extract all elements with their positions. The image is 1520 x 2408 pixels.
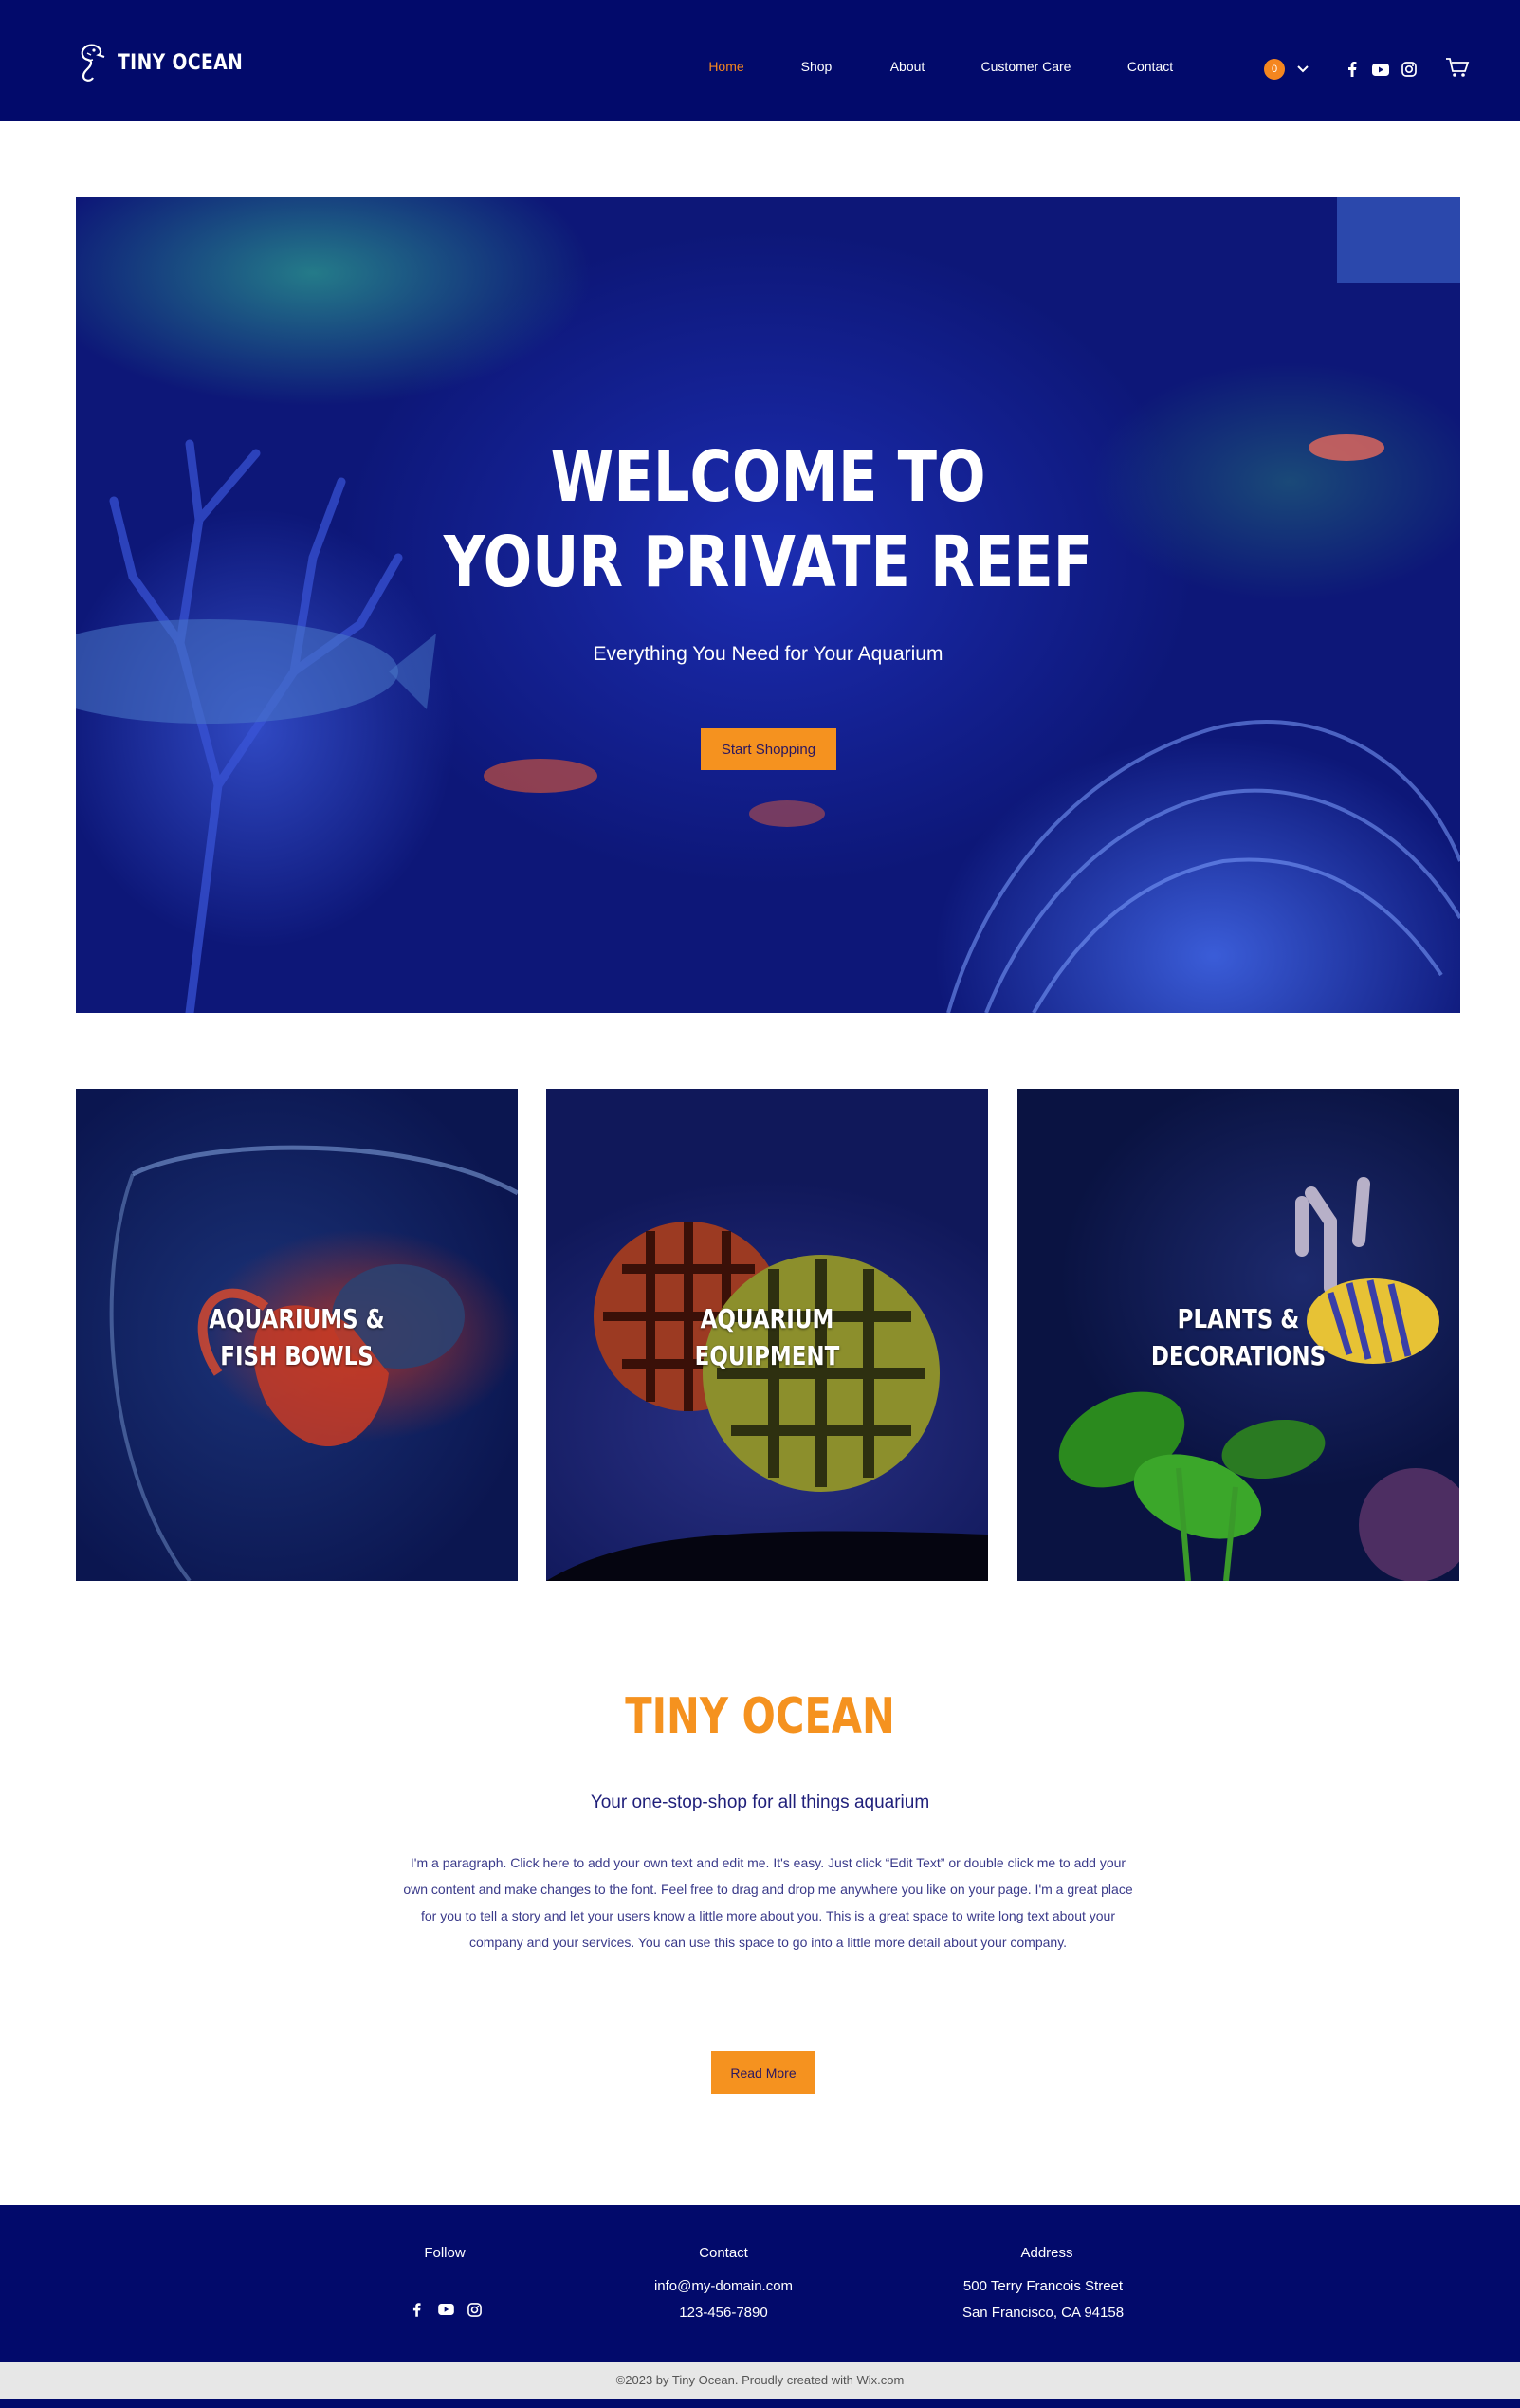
- nav-item-about[interactable]: About: [890, 59, 925, 74]
- copyright-text: ©2023 by Tiny Ocean. Proudly created wit…: [615, 2373, 905, 2387]
- site-header: TINY OCEAN Home Shop About Customer Care…: [0, 0, 1520, 121]
- about-subtitle: Your one-stop-shop for all things aquari…: [590, 1792, 930, 1812]
- read-more-button[interactable]: Read More: [711, 2051, 815, 2094]
- about-paragraph: I'm a paragraph. Click here to add your …: [403, 1855, 1133, 1950]
- brand-name: TINY OCEAN: [118, 50, 244, 75]
- footer-address-line1: 500 Terry Francois Street: [962, 2278, 1124, 2294]
- category-title-line2: EQUIPMENT: [694, 1340, 840, 1371]
- category-title-aquariums: AQUARIUMS & FISH BOWLS: [116, 1300, 478, 1374]
- youtube-icon[interactable]: [436, 2300, 455, 2319]
- nav-item-contact[interactable]: Contact: [1127, 59, 1173, 74]
- hero-title-line2: YOUR PRIVATE REEF: [443, 522, 1093, 603]
- hero-title-line1: WELCOME TO: [550, 436, 986, 518]
- reef-illustration: [76, 197, 1460, 1013]
- category-title-line2: FISH BOWLS: [220, 1340, 374, 1371]
- category-card-aquariums[interactable]: AQUARIUMS & FISH BOWLS: [76, 1089, 518, 1581]
- seahorse-logo-icon: [81, 44, 105, 82]
- chevron-down-icon[interactable]: [1295, 61, 1310, 76]
- footer-email-link[interactable]: info@my-domain.com: [654, 2278, 793, 2294]
- bottom-strip: [0, 2399, 1520, 2408]
- footer-phone: 123-456-7890: [679, 2305, 768, 2321]
- copyright-bar: ©2023 by Tiny Ocean. Proudly created wit…: [0, 2362, 1520, 2399]
- category-title-line1: AQUARIUM: [700, 1303, 834, 1334]
- footer-contact-label: Contact: [699, 2245, 748, 2261]
- instagram-icon[interactable]: [465, 2300, 484, 2319]
- site-footer: Follow Contact info@my-domain.com 123-45…: [0, 2205, 1520, 2362]
- logo[interactable]: TINY OCEAN: [76, 42, 266, 83]
- start-shopping-button[interactable]: Start Shopping: [701, 728, 836, 770]
- category-card-equipment[interactable]: AQUARIUM EQUIPMENT: [546, 1089, 988, 1581]
- nav-item-shop[interactable]: Shop: [801, 59, 833, 74]
- nav-item-customer-care[interactable]: Customer Care: [981, 59, 1071, 74]
- facebook-icon[interactable]: [1343, 60, 1362, 79]
- category-card-plants[interactable]: PLANTS & DECORATIONS: [1017, 1089, 1459, 1581]
- facebook-icon[interactable]: [407, 2300, 426, 2319]
- category-title-line1: PLANTS &: [1177, 1303, 1300, 1334]
- nav-item-home[interactable]: Home: [708, 59, 743, 74]
- footer-follow-label: Follow: [424, 2245, 466, 2261]
- instagram-icon[interactable]: [1400, 60, 1419, 79]
- category-title-line2: DECORATIONS: [1150, 1340, 1327, 1371]
- hero-subtitle: Everything You Need for Your Aquarium: [593, 643, 943, 665]
- about-title: TINY OCEAN: [625, 1688, 895, 1745]
- category-title-plants: PLANTS & DECORATIONS: [1057, 1300, 1419, 1374]
- youtube-icon[interactable]: [1371, 60, 1390, 79]
- footer-address-line2: San Francisco, CA 94158: [961, 2305, 1125, 2321]
- hero-banner: WELCOME TO YOUR PRIVATE REEF Everything …: [76, 197, 1460, 1013]
- category-title-equipment: AQUARIUM EQUIPMENT: [586, 1300, 948, 1374]
- cart-icon[interactable]: [1445, 57, 1470, 78]
- category-title-line1: AQUARIUMS &: [209, 1303, 385, 1334]
- footer-address-label: Address: [1020, 2245, 1073, 2261]
- account-badge[interactable]: 0: [1264, 59, 1285, 80]
